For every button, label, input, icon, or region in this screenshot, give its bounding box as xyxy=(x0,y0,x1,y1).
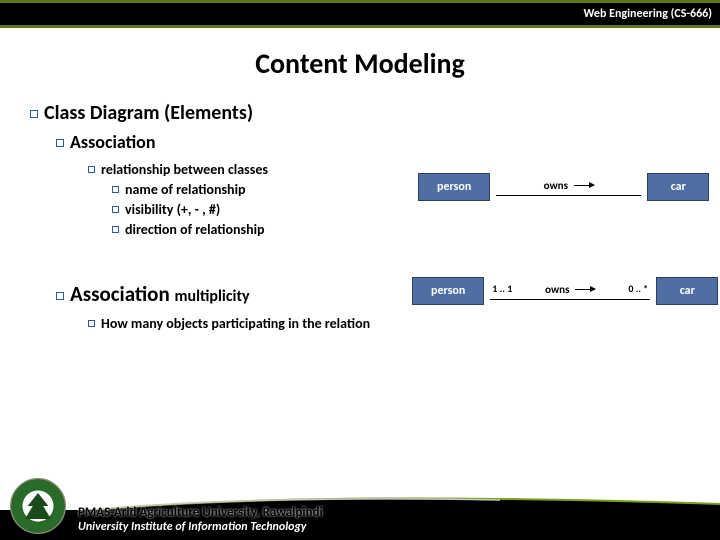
bullet-l3-text: relationship between classes name of rel… xyxy=(88,161,418,241)
square-bullet-icon xyxy=(56,292,64,300)
bullet-l4-visibility: visibility (+, - , #) xyxy=(112,201,418,218)
footer: PMAS-Arid Agriculture University, Rawalp… xyxy=(0,468,720,540)
square-bullet-icon xyxy=(88,320,95,327)
slide-title: Content Modeling xyxy=(0,46,720,81)
header-bar: Web Engineering (CS-666) xyxy=(0,0,720,28)
arrow-right-icon xyxy=(574,185,594,186)
square-bullet-icon xyxy=(56,139,64,147)
arrow-right-icon xyxy=(575,289,595,290)
university-name: PMAS-Arid Agriculture University, Rawalp… xyxy=(78,505,323,520)
bullet-l3: relationship between classes xyxy=(88,161,418,178)
class-box-person: person xyxy=(412,277,484,305)
row-relationship: relationship between classes name of rel… xyxy=(30,161,710,241)
content-area: Class Diagram (Elements) Association rel… xyxy=(0,101,720,332)
diagram-association: person owns car xyxy=(418,173,709,201)
association-connector: 1 .. 1 0 .. * owns xyxy=(490,283,650,300)
footer-text: PMAS-Arid Agriculture University, Rawalp… xyxy=(78,505,323,534)
tree-icon xyxy=(25,493,51,519)
square-bullet-icon xyxy=(88,166,95,173)
bullet-l2-multiplicity: Association multiplicity xyxy=(56,281,400,307)
course-code: Web Engineering (CS-666) xyxy=(583,7,712,21)
association-connector: owns xyxy=(496,179,641,196)
square-bullet-icon xyxy=(112,186,119,193)
class-box-car: car xyxy=(647,173,709,201)
bullet-l1: Class Diagram (Elements) xyxy=(30,101,710,125)
bullet-l2-association: Association xyxy=(56,131,710,153)
bullet-l4-name: name of relationship xyxy=(112,181,418,198)
connector-line xyxy=(490,299,650,300)
connector-line xyxy=(496,195,641,196)
square-bullet-icon xyxy=(112,206,119,213)
bullet-l3-how-many: How many objects participating in the re… xyxy=(88,315,710,332)
bullet-l4-direction: direction of relationship xyxy=(112,221,418,238)
square-bullet-icon xyxy=(112,226,119,233)
university-logo xyxy=(10,478,66,534)
square-bullet-icon xyxy=(30,110,38,118)
class-box-person: person xyxy=(418,173,490,201)
class-box-car: car xyxy=(656,277,718,305)
multiplicity-labels: 1 .. 1 0 .. * xyxy=(490,282,650,295)
institute-name: University Institute of Information Tech… xyxy=(78,520,323,534)
diagram-multiplicity: person 1 .. 1 0 .. * owns car xyxy=(412,277,718,305)
assoc-label: owns xyxy=(544,179,594,193)
